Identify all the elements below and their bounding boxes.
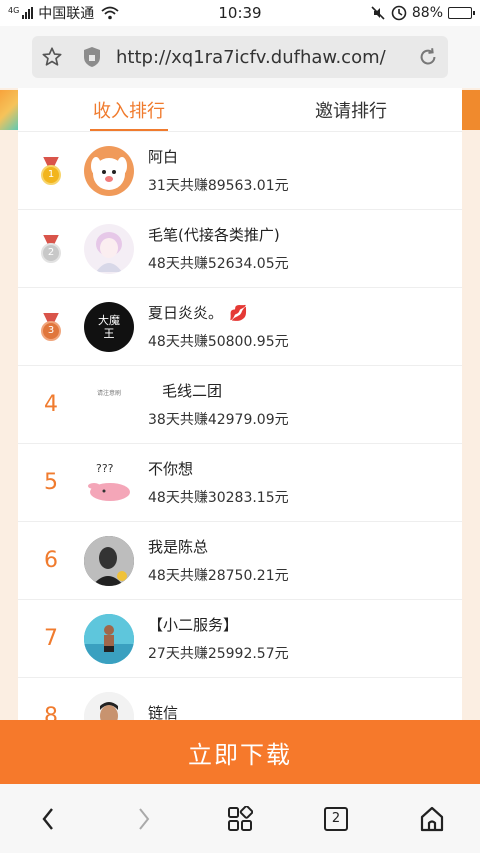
ranking-card: 收入排行 邀请排行 1 阿白 31天共赚89563.01元 2 毛笔(代接各类推… [18,88,462,720]
lips-emoji: 💋 [229,303,248,322]
avatar [84,691,134,720]
earnings-text: 48天共赚50800.95元 [148,334,289,350]
user-name: 毛线二团 [162,382,223,400]
security-shield-icon[interactable] [72,46,112,68]
status-left: 4G 中国联通 [8,3,119,23]
browser-bottom-nav: 2 [0,784,480,853]
list-item[interactable]: 6 我是陈总 48天共赚28750.21元 [18,522,462,600]
network-type: 4G [8,6,20,15]
apps-grid-icon [228,805,253,831]
home-icon [420,806,444,831]
home-button[interactable] [402,794,462,844]
chevron-right-icon [139,807,150,830]
user-info: 毛笔(代接各类推广) 48天共赚52634.05元 [148,224,289,273]
refresh-icon[interactable] [408,46,448,68]
rank-badge: 2 [18,234,84,263]
signal-icon [22,7,34,19]
tab-income-ranking[interactable]: 收入排行 [18,88,240,131]
rank-number: 7 [44,626,58,651]
back-button[interactable] [18,794,78,844]
rank-number: 5 [44,470,58,495]
avatar [84,535,134,586]
avatar [84,613,134,664]
battery-icon [448,7,475,19]
menu-button[interactable] [210,794,270,844]
avatar: 大魔王 [84,301,134,352]
avatar: 请注意刷 [96,389,121,397]
user-name: 链信 [148,704,179,720]
user-name-text: 夏日炎炎。 [148,304,224,322]
ranking-tabs: 收入排行 邀请排行 [18,88,462,132]
rank-number: 8 [44,704,58,720]
rank-number: 6 [44,548,58,573]
list-item[interactable]: 7 【小二服务】 27天共赚25992.57元 [18,600,462,678]
tabs-button[interactable]: 2 [306,794,366,844]
user-info: 【小二服务】 27天共赚25992.57元 [148,614,289,663]
chevron-left-icon [42,807,53,830]
list-item[interactable]: 8 链信 [18,678,462,720]
list-item[interactable]: 2 毛笔(代接各类推广) 48天共赚52634.05元 [18,210,462,288]
avatar [84,223,134,274]
alarm-icon [391,5,407,21]
page-content: 收入排行 邀请排行 1 阿白 31天共赚89563.01元 2 毛笔(代接各类推… [0,88,480,720]
user-name: 【小二服务】 [148,616,239,634]
earnings-text: 48天共赚28750.21元 [148,568,289,584]
browser-toolbar: http://xq1ra7icfv.dufhaw.com/ [0,26,480,88]
list-item[interactable]: 4 请注意刷 毛线二团 38天共赚42979.09元 [18,366,462,444]
download-button[interactable]: 立即下载 [0,720,480,784]
rank-number: 4 [44,392,58,417]
list-item[interactable]: 3 大魔王 夏日炎炎。 💋 48天共赚50800.95元 [18,288,462,366]
rank-badge: 3 [18,312,84,341]
bronze-medal-icon: 3 [40,312,62,341]
earnings-text: 27天共赚25992.57元 [148,646,289,662]
battery-percent: 88% [411,5,443,21]
user-info: 阿白 31天共赚89563.01元 [148,146,289,195]
user-name: 毛笔(代接各类推广) [148,226,280,244]
list-item[interactable]: 1 阿白 31天共赚89563.01元 [18,132,462,210]
user-name: 夏日炎炎。 💋 [148,302,289,323]
gold-medal-icon: 1 [40,156,62,185]
earnings-text: 38天共赚42979.09元 [148,412,289,428]
rank-badge: 1 [18,156,84,185]
carrier-name: 中国联通 [38,6,95,22]
user-info: 我是陈总 48天共赚28750.21元 [148,536,289,585]
decorative-banner-left [0,90,18,130]
tab-invite-ranking[interactable]: 邀请排行 [240,88,462,131]
avatar: ??? [84,457,134,508]
earnings-text: 48天共赚30283.15元 [148,490,289,506]
tab-count-badge: 2 [324,806,348,831]
list-item[interactable]: 5 ??? 不你想 48天共赚30283.15元 [18,444,462,522]
bookmark-star-icon[interactable] [32,46,72,68]
user-name: 不你想 [148,460,194,478]
wifi-icon [101,6,119,20]
user-info: 毛线二团 38天共赚42979.09元 [148,380,289,429]
status-bar: 4G 中国联通 10:39 88% [0,0,480,26]
status-right: 88% [370,5,475,21]
user-info: 不你想 48天共赚30283.15元 [148,458,289,507]
earnings-text: 48天共赚52634.05元 [148,256,289,272]
ranking-list: 1 阿白 31天共赚89563.01元 2 毛笔(代接各类推广) 48天共赚52… [18,132,462,720]
earnings-text: 31天共赚89563.01元 [148,178,289,194]
user-info: 链信 [148,702,178,720]
silver-medal-icon: 2 [40,234,62,263]
decorative-banner-right [462,90,480,130]
user-info: 夏日炎炎。 💋 48天共赚50800.95元 [148,302,289,351]
user-name: 我是陈总 [148,538,209,556]
avatar-caption: ??? [96,461,114,475]
url-text[interactable]: http://xq1ra7icfv.dufhaw.com/ [112,47,408,68]
address-bar[interactable]: http://xq1ra7icfv.dufhaw.com/ [32,36,448,78]
mute-icon [371,6,385,20]
avatar [84,145,134,196]
forward-button[interactable] [114,794,174,844]
user-name: 阿白 [148,148,179,166]
